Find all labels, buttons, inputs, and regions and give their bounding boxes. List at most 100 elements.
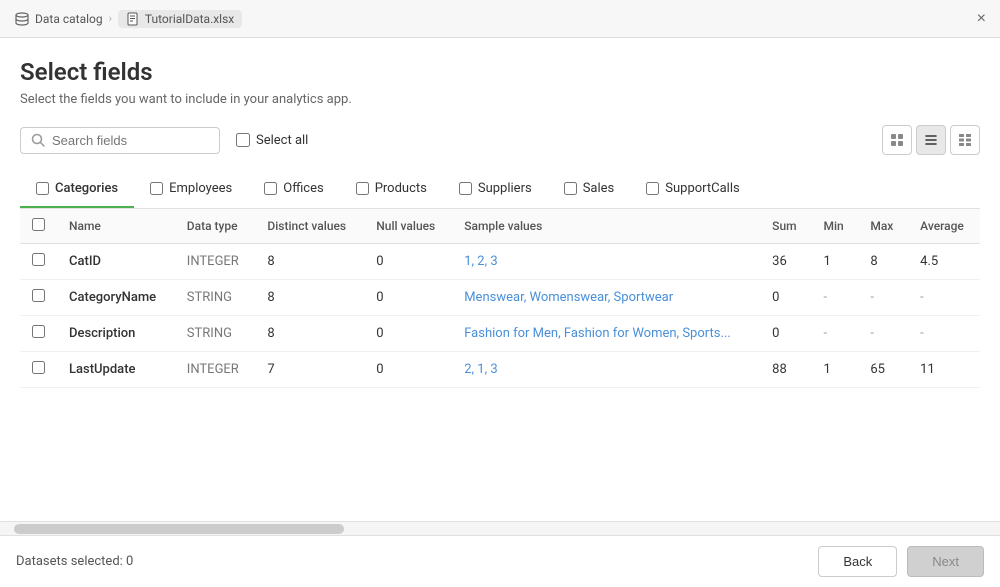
tab-categories-checkbox[interactable]: [36, 182, 49, 195]
back-button[interactable]: Back: [818, 546, 897, 577]
header-sum: Sum: [760, 209, 811, 244]
search-box[interactable]: [20, 127, 220, 154]
list-view-button[interactable]: [916, 125, 946, 155]
view-toggle: [882, 125, 980, 155]
table-row: CatID INTEGER 8 0 1, 2, 3 36 1 8 4.5: [20, 244, 980, 280]
cell-sample-3: 2, 1, 3: [452, 352, 760, 388]
header-max: Max: [858, 209, 908, 244]
row-checkbox-2[interactable]: [32, 325, 45, 338]
header-avg: Average: [908, 209, 980, 244]
cell-name-2: Description: [57, 316, 175, 352]
cell-min-3: 1: [811, 352, 858, 388]
cell-distinct-0: 8: [255, 244, 364, 280]
cell-max-0: 8: [858, 244, 908, 280]
detail-view-button[interactable]: [950, 125, 980, 155]
cell-sum-1: 0: [760, 280, 811, 316]
header-checkbox[interactable]: [32, 218, 45, 231]
cell-sum-2: 0: [760, 316, 811, 352]
detail-icon: [957, 132, 973, 148]
cell-name-0: CatID: [57, 244, 175, 280]
header-checkbox-col: [20, 209, 57, 244]
tab-sales-checkbox[interactable]: [564, 182, 577, 195]
table-row: Description STRING 8 0 Fashion for Men, …: [20, 316, 980, 352]
select-all-label[interactable]: Select all: [236, 133, 308, 148]
tab-products-checkbox[interactable]: [356, 182, 369, 195]
cell-distinct-2: 8: [255, 316, 364, 352]
cell-name-3: LastUpdate: [57, 352, 175, 388]
cell-null-2: 0: [364, 316, 452, 352]
row-checkbox-1[interactable]: [32, 289, 45, 302]
table-row: LastUpdate INTEGER 7 0 2, 1, 3 88 1 65 1…: [20, 352, 980, 388]
scrollbar-thumb[interactable]: [14, 524, 344, 534]
next-button[interactable]: Next: [907, 546, 984, 577]
breadcrumb-file: TutorialData.xlsx: [118, 10, 242, 28]
tabs: Categories Employees Offices Products Su…: [20, 171, 980, 209]
tab-categories[interactable]: Categories: [20, 171, 134, 208]
row-checkbox-0[interactable]: [32, 253, 45, 266]
grid-icon: [889, 132, 905, 148]
cell-sample-2: Fashion for Men, Fashion for Women, Spor…: [452, 316, 760, 352]
cell-null-3: 0: [364, 352, 452, 388]
titlebar: Data catalog › TutorialData.xlsx ×: [0, 0, 1000, 38]
list-icon: [923, 132, 939, 148]
cell-avg-3: 11: [908, 352, 980, 388]
tab-supportcalls-checkbox[interactable]: [646, 182, 659, 195]
table-header-row: Name Data type Distinct values Null valu…: [20, 209, 980, 244]
header-distinct: Distinct values: [255, 209, 364, 244]
cell-datatype-0: INTEGER: [175, 244, 256, 280]
horizontal-scrollbar[interactable]: [0, 521, 1000, 535]
cell-distinct-1: 8: [255, 280, 364, 316]
tab-suppliers[interactable]: Suppliers: [443, 171, 548, 208]
cell-sum-0: 36: [760, 244, 811, 280]
tab-supportcalls[interactable]: SupportCalls: [630, 171, 755, 208]
page-subtitle: Select the fields you want to include in…: [20, 92, 980, 107]
datasets-count: Datasets selected: 0: [16, 554, 133, 569]
table-container: Name Data type Distinct values Null valu…: [20, 209, 980, 521]
cell-null-0: 0: [364, 244, 452, 280]
select-all-checkbox[interactable]: [236, 133, 250, 147]
header-name: Name: [57, 209, 175, 244]
breadcrumb-root: Data catalog: [35, 12, 103, 26]
header-null: Null values: [364, 209, 452, 244]
cell-min-0: 1: [811, 244, 858, 280]
cell-avg-2: -: [908, 316, 980, 352]
database-icon: [14, 11, 30, 27]
cell-sample-1: Menswear, Womenswear, Sportwear: [452, 280, 760, 316]
cell-datatype-1: STRING: [175, 280, 256, 316]
tab-products[interactable]: Products: [340, 171, 443, 208]
search-input[interactable]: [52, 133, 209, 148]
breadcrumb: Data catalog › TutorialData.xlsx: [14, 10, 242, 28]
fields-table: Name Data type Distinct values Null valu…: [20, 209, 980, 388]
tab-offices[interactable]: Offices: [248, 171, 339, 208]
cell-avg-0: 4.5: [908, 244, 980, 280]
search-icon: [31, 133, 45, 147]
tab-employees-checkbox[interactable]: [150, 182, 163, 195]
footer: Datasets selected: 0 Back Next: [0, 535, 1000, 587]
close-button[interactable]: ×: [977, 11, 986, 27]
tab-offices-checkbox[interactable]: [264, 182, 277, 195]
cell-name-1: CategoryName: [57, 280, 175, 316]
cell-sum-3: 88: [760, 352, 811, 388]
cell-min-1: -: [811, 280, 858, 316]
page-title: Select fields: [20, 58, 980, 86]
grid-view-button[interactable]: [882, 125, 912, 155]
file-icon: [126, 12, 140, 26]
cell-distinct-3: 7: [255, 352, 364, 388]
tab-employees[interactable]: Employees: [134, 171, 248, 208]
main-content: Select fields Select the fields you want…: [0, 38, 1000, 521]
cell-sample-0: 1, 2, 3: [452, 244, 760, 280]
cell-datatype-2: STRING: [175, 316, 256, 352]
breadcrumb-separator: ›: [109, 12, 112, 25]
cell-max-3: 65: [858, 352, 908, 388]
table-row: CategoryName STRING 8 0 Menswear, Womens…: [20, 280, 980, 316]
search-row: Select all: [20, 125, 980, 155]
tab-sales[interactable]: Sales: [548, 171, 631, 208]
cell-min-2: -: [811, 316, 858, 352]
header-sample: Sample values: [452, 209, 760, 244]
cell-max-2: -: [858, 316, 908, 352]
tab-suppliers-checkbox[interactable]: [459, 182, 472, 195]
cell-null-1: 0: [364, 280, 452, 316]
row-checkbox-3[interactable]: [32, 361, 45, 374]
cell-max-1: -: [858, 280, 908, 316]
cell-datatype-3: INTEGER: [175, 352, 256, 388]
